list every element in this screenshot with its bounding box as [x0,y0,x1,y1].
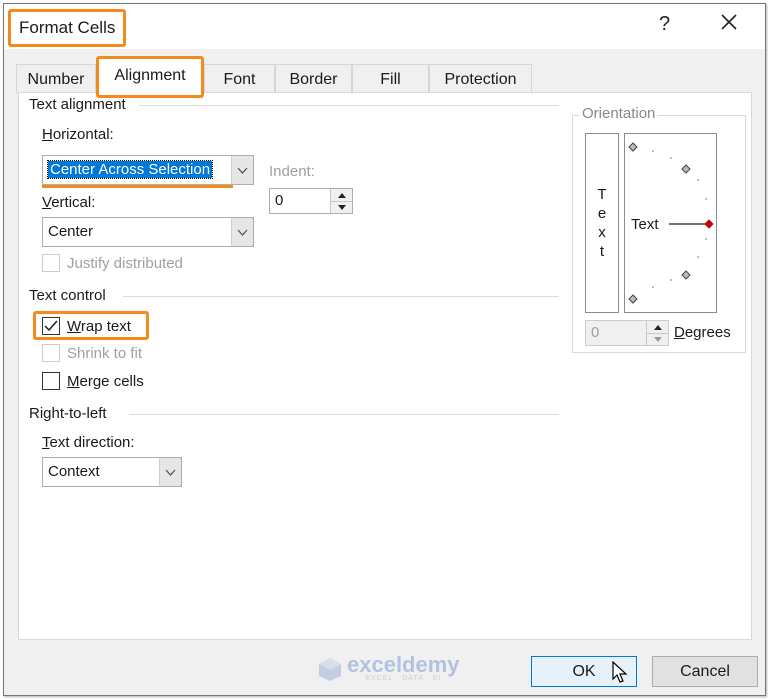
horizontal-label: Horizontal: [42,126,114,143]
justify-distributed-checkbox[interactable]: Justify distributed [42,253,183,273]
exceldemy-watermark: exceldemy EXCEL · DATA · BI [317,652,460,682]
justify-distributed-label: Justify distributed [67,254,183,272]
wrap-text-checkbox[interactable]: Wrap text [42,316,131,336]
checkbox-box [42,344,60,362]
degrees-spinner[interactable]: 0 [585,320,669,346]
wrap-text-label: Wrap text [67,317,131,335]
divider [139,105,559,106]
tab-font[interactable]: Font [204,64,275,94]
tab-border[interactable]: Border [275,64,352,94]
tab-number[interactable]: Number [16,64,96,94]
alignment-panel: Text alignment Horizontal: Center Across… [18,92,752,640]
text-direction-value: Context [48,463,100,480]
format-cells-dialog: Format Cells ? Number Alignment Font Bor… [3,3,766,696]
spin-down-icon[interactable] [647,333,668,345]
degrees-label: Degrees [674,324,731,341]
horizontal-select[interactable]: Center Across Selection [42,155,254,185]
divider [129,414,559,415]
vertical-text-char: t [599,243,605,260]
vertical-text-char: x [598,224,606,241]
tab-alignment[interactable]: Alignment [96,56,204,98]
cancel-button[interactable]: Cancel [652,656,758,687]
chevron-down-icon[interactable] [231,156,253,184]
checkbox-box [42,317,60,335]
help-button[interactable]: ? [659,13,670,36]
watermark-name: exceldemy [347,652,460,677]
vertical-label: Vertical: [42,194,96,211]
vertical-text-char: e [597,205,607,222]
dial-dots [652,150,707,288]
tab-fill[interactable]: Fill [352,64,429,94]
vertical-label-text: ertical: [51,194,96,211]
divider [123,296,559,297]
close-button[interactable] [720,11,738,37]
title-bar: Format Cells ? [4,4,765,49]
text-alignment-heading: Text alignment [29,96,132,113]
horizontal-label-text: orizontal: [52,126,114,143]
vertical-value: Center [48,223,94,240]
orientation-group: Orientation T e x t Text 0 Degrees [572,105,746,353]
spin-up-icon[interactable] [331,189,352,201]
indent-label: Indent: [269,163,315,180]
vertical-text-button[interactable]: T e x t [585,133,619,313]
text-direction-select[interactable]: Context [42,457,182,487]
shrink-to-fit-checkbox[interactable]: Shrink to fit [42,343,142,363]
close-icon [721,14,737,30]
text-control-heading: Text control [29,287,112,304]
vertical-select[interactable]: Center [42,217,254,247]
chevron-down-icon[interactable] [159,458,181,486]
indent-spinner[interactable]: 0 [269,188,353,214]
horizontal-highlight-underline [42,185,233,188]
right-to-left-heading: Right-to-left [29,405,113,422]
dialog-title: Format Cells [8,9,127,47]
mouse-pointer-icon [612,661,628,683]
indent-value: 0 [275,192,284,209]
chevron-down-icon[interactable] [231,218,253,246]
spin-up-icon[interactable] [647,321,668,333]
checkmark-icon [44,320,58,332]
dial-text: Text [631,216,659,233]
merge-cells-checkbox[interactable]: Merge cells [42,371,144,391]
vertical-text-char: T [597,186,607,203]
dial-selected-marker [704,219,714,229]
merge-cells-label: Merge cells [67,372,144,390]
tab-protection[interactable]: Protection [429,64,532,94]
horizontal-value: Center Across Selection [46,160,214,179]
shrink-to-fit-label: Shrink to fit [67,344,143,362]
spin-down-icon[interactable] [331,201,352,213]
orientation-heading: Orientation [579,105,659,122]
checkbox-box [42,372,60,390]
degrees-value: 0 [591,324,600,341]
checkbox-box [42,254,60,272]
text-direction-label: Text direction: [42,434,135,451]
orientation-dial[interactable]: Text [624,133,717,313]
exceldemy-logo-icon [319,657,341,681]
